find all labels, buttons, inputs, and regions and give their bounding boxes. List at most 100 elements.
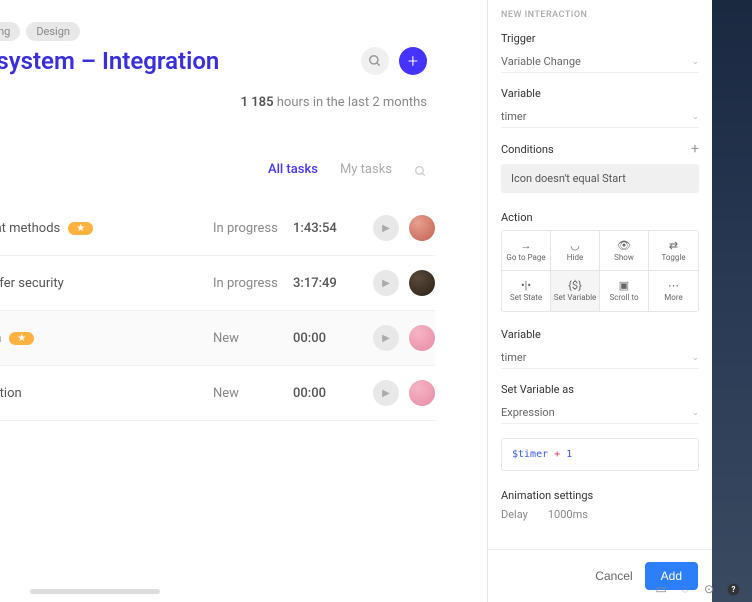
title-row: ts system – Integration + xyxy=(0,47,487,75)
trigger-select[interactable]: Variable Change ⌄ xyxy=(501,51,699,73)
interaction-panel: New Interaction Trigger Variable Change … xyxy=(487,0,712,602)
tab-all-tasks[interactable]: All tasks xyxy=(268,162,318,185)
page-title: ts system – Integration xyxy=(0,47,219,75)
anim-row: Delay 1000ms xyxy=(501,508,699,521)
action-label: Toggle xyxy=(661,254,685,262)
conditions-label: Conditions xyxy=(501,143,554,156)
variable2-select[interactable]: timer ⌄ xyxy=(501,347,699,369)
delay-label: Delay xyxy=(501,508,528,521)
play-button[interactable]: ▶ xyxy=(373,215,399,241)
star-badge: ★ xyxy=(9,332,34,345)
action-icon: ▣ xyxy=(619,280,629,291)
tag[interactable]: eering xyxy=(0,22,20,41)
avatar[interactable] xyxy=(409,325,435,351)
tag-list: eering Design xyxy=(0,0,487,47)
display-icon[interactable]: ▭ xyxy=(654,582,668,596)
svg-text:?: ? xyxy=(731,585,735,594)
summary-text: hours in the last 2 months xyxy=(277,95,427,110)
search-icon xyxy=(368,54,382,68)
search-icon xyxy=(414,165,427,178)
action-grid: → Go to Page ◡ Hide 👁 Show ⇄ Toggle •|• Set State… xyxy=(501,230,699,312)
cancel-button[interactable]: Cancel xyxy=(595,569,632,583)
setvar-type-select[interactable]: Expression ⌄ xyxy=(501,402,699,424)
chevron-down-icon: ⌄ xyxy=(691,112,699,122)
task-time: 00:00 xyxy=(293,331,363,346)
add-button[interactable]: + xyxy=(399,47,427,75)
chevron-down-icon: ⌄ xyxy=(691,57,699,67)
action-set-state[interactable]: •|• Set State xyxy=(502,271,551,311)
tabs-row: All tasks My tasks xyxy=(0,162,487,185)
task-title: esign ★ xyxy=(0,331,213,346)
task-name: transfer security xyxy=(0,276,64,291)
task-row[interactable]: esign ★ New00:00 ▶ xyxy=(0,311,435,366)
panel-heading: New Interaction xyxy=(501,10,699,20)
task-row[interactable]: tegrationNew00:00▶ xyxy=(0,366,435,421)
play-button[interactable]: ▶ xyxy=(373,380,399,406)
action-label: Go to Page xyxy=(506,254,545,262)
main-panel: eering Design ts system – Integration + … xyxy=(0,0,487,602)
action-label: Show xyxy=(614,254,634,262)
trigger-label: Trigger xyxy=(501,32,699,45)
expr-var: $timer xyxy=(512,449,548,460)
task-status: In progress xyxy=(213,276,293,291)
title-actions: + xyxy=(361,47,427,75)
action-icon: ⇄ xyxy=(669,240,678,251)
action-more[interactable]: ⋯More xyxy=(649,271,698,311)
task-title: tegration xyxy=(0,386,213,401)
tag[interactable]: Design xyxy=(26,22,80,41)
add-condition-button[interactable]: + xyxy=(691,142,699,156)
action-label: More xyxy=(664,294,682,302)
action-icon: {$} xyxy=(568,280,582,291)
play-button[interactable]: ▶ xyxy=(373,325,399,351)
task-name: yment methods xyxy=(0,221,60,236)
play-button[interactable]: ▶ xyxy=(373,270,399,296)
expression-input[interactable]: $timer + 1 xyxy=(501,438,699,471)
target-icon[interactable]: ⊙ xyxy=(702,582,716,596)
star-badge: ★ xyxy=(68,222,93,235)
task-status: New xyxy=(213,331,293,346)
variable-value: timer xyxy=(501,110,526,123)
chevron-down-icon: ⌄ xyxy=(691,353,699,363)
action-go-to-page[interactable]: → Go to Page xyxy=(502,231,551,271)
action-toggle[interactable]: ⇄ Toggle xyxy=(649,231,698,271)
trigger-value: Variable Change xyxy=(501,55,581,68)
expr-lit: 1 xyxy=(566,449,572,460)
setvar-type-value: Expression xyxy=(501,406,555,419)
action-icon: → xyxy=(521,240,532,251)
chevron-down-icon: ⌄ xyxy=(691,408,699,418)
action-label: Set State xyxy=(510,294,542,302)
action-icon: 👁 xyxy=(617,240,631,251)
action-icon: •|• xyxy=(521,280,531,291)
action-label: Scroll to xyxy=(609,294,638,302)
action-label: Set Variable xyxy=(554,294,597,302)
conditions-header: Conditions + xyxy=(501,142,699,156)
action-show[interactable]: 👁 Show xyxy=(600,231,649,271)
tab-my-tasks[interactable]: My tasks xyxy=(340,162,392,185)
task-row[interactable]: yment methods★In progress1:43:54▶ xyxy=(0,201,435,256)
avatar[interactable] xyxy=(409,380,435,406)
plus-icon: + xyxy=(408,51,418,72)
task-status: In progress xyxy=(213,221,293,236)
action-hide[interactable]: ◡ Hide xyxy=(551,231,600,271)
action-label: Hide xyxy=(567,254,583,262)
accessibility-icon[interactable]: ◌ xyxy=(678,582,692,596)
help-icon[interactable]: ? xyxy=(726,582,740,596)
delay-value[interactable]: 1000ms xyxy=(548,508,588,521)
task-time: 00:00 xyxy=(293,386,363,401)
task-name: tegration xyxy=(0,386,22,401)
avatar[interactable] xyxy=(409,270,435,296)
action-set-variable[interactable]: {$} Set Variable xyxy=(551,271,600,311)
task-list: yment methods★In progress1:43:54▶transfe… xyxy=(0,201,487,421)
avatar[interactable] xyxy=(409,215,435,241)
action-scroll-to[interactable]: ▣ Scroll to xyxy=(600,271,649,311)
action-icon: ◡ xyxy=(570,240,580,251)
expr-op: + xyxy=(554,449,560,460)
variable-select[interactable]: timer ⌄ xyxy=(501,106,699,128)
horizontal-scrollbar[interactable] xyxy=(30,589,160,594)
condition-item[interactable]: Icon doesn't equal Start xyxy=(501,164,699,193)
tab-search-button[interactable] xyxy=(414,165,427,182)
task-row[interactable]: transfer securityIn progress3:17:49▶ xyxy=(0,256,435,311)
search-button[interactable] xyxy=(361,47,389,75)
desktop-background xyxy=(712,0,752,602)
task-name: esign xyxy=(0,331,1,346)
